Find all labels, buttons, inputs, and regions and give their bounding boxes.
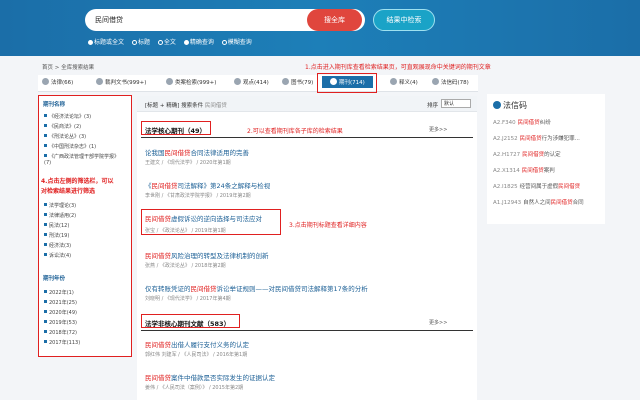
law-icon [42, 78, 49, 85]
opt-fulltext[interactable]: 全文 [157, 39, 176, 46]
tab-opinions[interactable]: 观点(414) [234, 78, 269, 86]
tab-judgments[interactable]: 裁判文书(999+) [96, 78, 146, 86]
article-title[interactable]: 论我国民间借贷合同法律适用的完善 [145, 147, 249, 157]
article-meta: 王建文 / 《现代法学》 / 2020年第1期 [145, 160, 231, 166]
article-meta: 姜伟 / 《人民司法（案例）》 / 2015年第2期 [145, 385, 244, 391]
divider [141, 137, 473, 138]
code-item[interactable]: A2.X1314 民间借贷案判 [493, 166, 555, 174]
divider [141, 330, 473, 331]
more-link[interactable]: 更多>> [429, 126, 447, 133]
faxin-code-title: 法信码 [493, 100, 527, 111]
annotation-1: 1.点击进入期刊库查看检索结果页，可直观展现命中关键词的期刊文章 [305, 64, 491, 71]
code-item[interactable]: A2.I1825 经营间属于虚假民间借贷 [493, 182, 580, 190]
faxin-code-panel: 法信码 A2.F340 民间借贷纠纷 A2.J2152 民间借贷行为涉嫌犯罪... … [487, 94, 605, 224]
sort-label: 排序 [427, 103, 439, 109]
article-meta: 郭红伟 刘建军 / 《人民司法》 / 2016年第1期 [145, 352, 248, 358]
case-icon [166, 78, 173, 85]
judgment-icon [96, 78, 103, 85]
tab-interpretations[interactable]: 释义(4) [390, 78, 418, 86]
breadcrumb[interactable]: 首页 > 全库搜索结果 [42, 63, 94, 71]
annotation-2: 2.可以查看期刊库各子库的检索结果 [247, 128, 343, 135]
opt-title[interactable]: 标题 [131, 39, 150, 46]
article-meta: 张燕 / 《政法论丛》 / 2018年第2期 [145, 263, 226, 269]
highlight-box-article [141, 209, 281, 235]
sort-select[interactable]: 默认 [441, 99, 471, 108]
highlight-box-core-title [141, 121, 211, 135]
radio-icon [131, 40, 137, 45]
header-bar: 民间借贷 搜全库 结果中检索 标题或全文 标题 全文 精确查询 模糊查询 [0, 0, 640, 56]
condition-label: [标题 + 精确] 搜索条件 民间借贷 [145, 103, 227, 109]
code-item[interactable]: A2.F340 民间借贷纠纷 [493, 118, 551, 126]
opinion-icon [234, 78, 241, 85]
book-icon [282, 78, 289, 85]
article-title[interactable]: 仅有转账凭证的民间借贷诉讼举证规则——对民间借贷司法解释第17条的分析 [145, 283, 368, 293]
radio-icon [88, 40, 93, 45]
article-title[interactable]: 民间借贷风险治理的转型及法律机制的创新 [145, 250, 269, 260]
code-item[interactable]: A2.H1727 民间借贷的认定 [493, 150, 561, 158]
more-link[interactable]: 更多>> [429, 319, 447, 326]
code-item[interactable]: A1.J12943 自然人之间民间借贷合同 [493, 198, 584, 206]
opt-title-or-fulltext[interactable]: 标题或全文 [88, 39, 124, 46]
highlight-box-noncore-title [141, 314, 240, 328]
result-tabs: 法律(66) 裁判文书(999+) 类案检索(999+) 观点(414) 图书(… [38, 75, 478, 92]
interpretation-icon [390, 78, 397, 85]
tab-books[interactable]: 图书(79) [282, 78, 313, 86]
tab-similar-cases[interactable]: 类案检索(999+) [166, 78, 216, 86]
tab-faxin-code[interactable]: 法信码(78) [432, 78, 469, 86]
radio-icon [157, 40, 163, 45]
search-all-button[interactable]: 搜全库 [307, 9, 362, 31]
search-in-results-button[interactable]: 结果中检索 [373, 9, 435, 31]
search-value: 民间借贷 [95, 16, 123, 24]
condition-bar: [标题 + 精确] 搜索条件 民间借贷 排序 默认 [137, 96, 477, 112]
search-options: 标题或全文 标题 全文 精确查询 模糊查询 [88, 37, 258, 46]
tab-law[interactable]: 法律(66) [42, 78, 73, 86]
code-icon [432, 78, 439, 85]
article-title[interactable]: 民间借贷案件中借款是否实际发生的证据认定 [145, 372, 275, 382]
annotation-3: 3.点击期刊标题查看详细内容 [289, 222, 367, 229]
article-meta: 李世刚 / 《甘肃政法学院学报》 / 2019年第2期 [145, 193, 251, 199]
highlight-box-journal-tab [317, 73, 377, 93]
results-panel: [标题 + 精确] 搜索条件 民间借贷 排序 默认 法学核心期刊（49） 2.可… [137, 96, 477, 400]
article-title[interactable]: 《民间借贷司法解释》第24条之解释与检视 [145, 180, 270, 190]
radio-icon [183, 40, 189, 45]
code-icon [493, 101, 501, 109]
radio-icon [221, 40, 227, 45]
article-meta: 刘晓明 / 《现代法学》 / 2017年第4期 [145, 296, 231, 302]
article-title[interactable]: 民间借贷出借人履行支付义务的认定 [145, 339, 249, 349]
opt-exact[interactable]: 精确查询 [183, 39, 214, 46]
code-item[interactable]: A2.J2152 民间借贷行为涉嫌犯罪... [493, 134, 580, 142]
opt-fuzzy[interactable]: 模糊查询 [221, 39, 252, 46]
highlight-box-sidebar [38, 95, 132, 357]
